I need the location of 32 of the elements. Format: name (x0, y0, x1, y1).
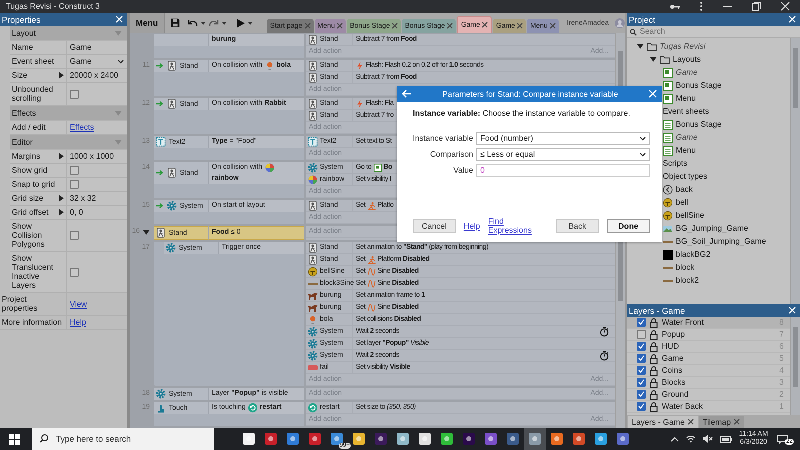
layer-number: 1 (780, 402, 785, 411)
property-label: Unbounded scrolling (12, 85, 54, 103)
dialog-description: Instance variable: Choose the instance variable to compare. (413, 109, 632, 118)
property-label: Size (12, 71, 28, 80)
dialog-title: Parameters for Stand: Compare instance variable (442, 90, 618, 98)
section-title: Effects (12, 108, 36, 118)
field-label: Comparison (429, 150, 474, 159)
property-label: Snap to grid (12, 180, 56, 189)
layer-number: 2 (780, 390, 785, 399)
panel-title: Properties (2, 14, 41, 24)
field-label: Instance variable (413, 134, 474, 143)
field-label: Value (452, 166, 474, 175)
property-label: Name (12, 43, 34, 52)
section-title: Editor (12, 138, 33, 146)
property-label: Grid offset (12, 208, 49, 217)
property-label: Add / edit (12, 123, 46, 132)
panel-title: Project (629, 14, 656, 24)
section-title: Layout (12, 28, 36, 38)
property-label: Show Translucent Inactive Layers (12, 254, 54, 290)
window-title: Tugas Revisi - Construct 3 (6, 2, 100, 11)
layer-number: 6 (780, 342, 785, 351)
property-label: Grid size (12, 194, 44, 203)
property-label: Show grid (12, 166, 48, 175)
property-label: Project properties (2, 295, 39, 313)
property-label: Show Collision Polygons (12, 222, 46, 249)
layer-number: 3 (780, 378, 785, 387)
layer-number: 5 (780, 354, 785, 363)
layer-number: 7 (780, 330, 785, 339)
property-label: More information (2, 318, 62, 327)
panel-title: Layers - Game (629, 306, 686, 316)
property-label: Event sheet (12, 57, 54, 66)
property-label: Margins (12, 152, 40, 161)
